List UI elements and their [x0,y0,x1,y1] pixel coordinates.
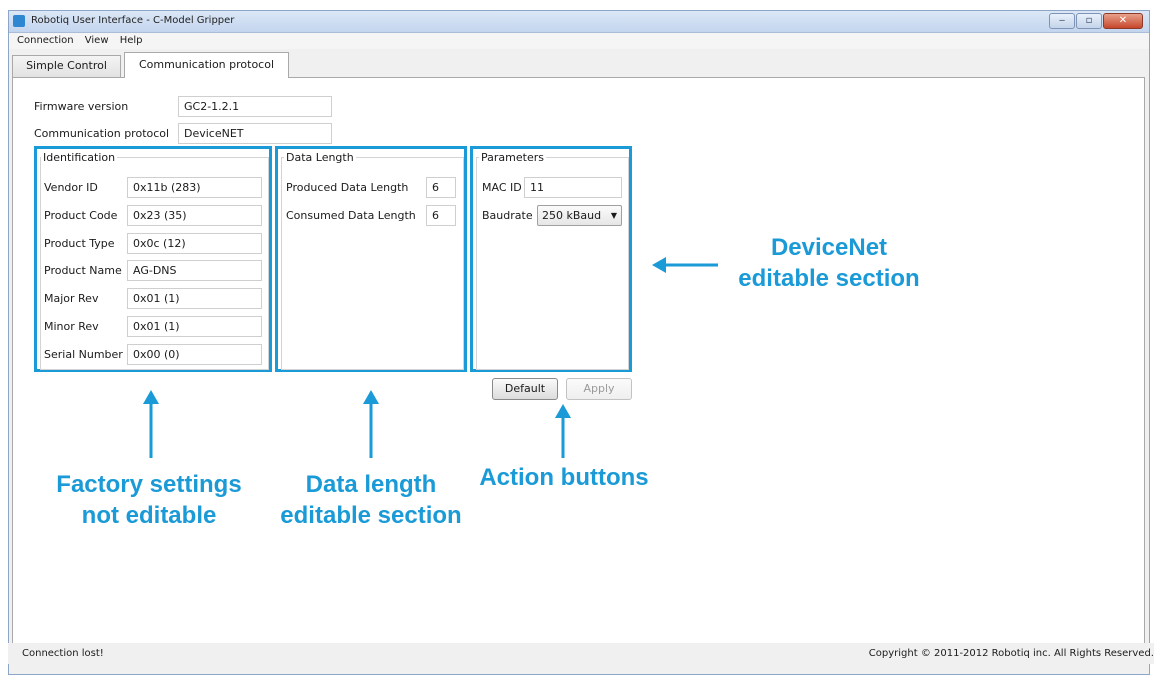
devicenet-annotation-line1: DeviceNet [770,234,888,261]
action-annotation-line1: Action buttons [479,464,649,491]
devicenet-arrowhead [652,257,666,273]
factory-annotation-line1: Factory settings [56,471,242,498]
devicenet-annotation-line2: editable section [738,265,920,292]
connection-status: Connection lost! [22,648,104,659]
tab-communication-protocol[interactable]: Communication protocol [124,52,289,78]
status-bar: Connection lost! Copyright © 2011-2012 R… [8,643,1154,664]
datalength-annotation-line2: editable section [280,502,462,529]
copyright-text: Copyright © 2011-2012 Robotiq inc. All R… [868,648,1154,659]
factory-annotation-line2: not editable [81,502,217,529]
datalength-annotation-line1: Data length [305,471,437,498]
action-arrowhead [555,404,571,418]
datalength-annotation: Data length editable section [263,469,479,531]
factory-arrowhead [143,390,159,404]
datalength-arrowhead [363,390,379,404]
factory-annotation: Factory settings not editable [36,469,262,531]
annotation-arrows [143,257,718,458]
devicenet-annotation: DeviceNet editable section [718,232,940,294]
action-annotation: Action buttons [459,462,669,493]
